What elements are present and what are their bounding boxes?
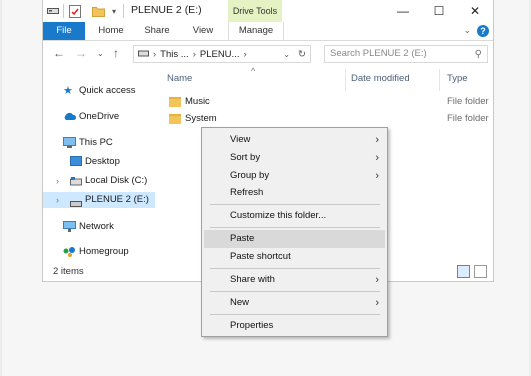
drive-tools-context-tab: Drive Tools	[228, 0, 282, 22]
menu-item-share-with[interactable]: Share with ›	[204, 271, 385, 289]
refresh-icon[interactable]: ↻	[298, 49, 306, 60]
large-icons-view-icon[interactable]	[474, 265, 487, 278]
breadcrumb-plenue[interactable]: PLENU...	[200, 49, 240, 60]
column-header-type[interactable]: Type	[447, 73, 468, 84]
tab-manage[interactable]: Manage	[228, 22, 284, 40]
title-bar: ▾ PLENUE 2 (E:) Drive Tools — ☐ ✕	[43, 0, 493, 22]
ribbon-tabs: File Home Share View Manage ⌄ ?	[43, 22, 493, 41]
network-icon	[63, 221, 76, 238]
search-icon[interactable]: ⚲	[475, 47, 482, 63]
window-title: PLENUE 2 (E:)	[131, 4, 202, 16]
nav-item-local-disk[interactable]: › Local Disk (C:)	[43, 173, 155, 189]
submenu-arrow-icon: ›	[375, 274, 379, 286]
menu-item-view[interactable]: View ›	[204, 131, 385, 149]
menu-item-group-by[interactable]: Group by ›	[204, 167, 385, 185]
back-arrow-icon[interactable]: ←	[53, 46, 65, 60]
menu-separator	[210, 204, 380, 205]
address-dropdown-icon[interactable]: ⌄	[283, 50, 290, 59]
qa-divider	[123, 4, 124, 18]
cloud-icon	[63, 111, 77, 127]
nav-item-onedrive[interactable]: OneDrive	[43, 109, 155, 125]
maximize-button[interactable]: ☐	[423, 2, 455, 20]
usb-drive-icon	[70, 197, 82, 213]
file-type: File folder	[447, 113, 489, 124]
search-placeholder: Search PLENUE 2 (E:)	[330, 48, 427, 59]
homegroup-icon	[63, 246, 76, 263]
column-divider[interactable]	[345, 69, 346, 91]
tab-file[interactable]: File	[43, 22, 85, 40]
submenu-arrow-icon: ›	[375, 134, 379, 146]
file-name: Music	[185, 96, 210, 107]
up-arrow-icon[interactable]: ↑	[113, 46, 119, 60]
menu-item-new[interactable]: New ›	[204, 294, 385, 312]
qa-divider	[63, 4, 64, 18]
expand-chevron-icon[interactable]: ›	[56, 173, 59, 189]
search-input[interactable]: Search PLENUE 2 (E:) ⚲	[324, 45, 488, 63]
customize-qa-dropdown-icon[interactable]: ▾	[109, 4, 119, 18]
navigation-pane: ★ Quick access OneDrive This PC Desktop …	[43, 67, 155, 263]
menu-item-properties[interactable]: Properties	[204, 317, 385, 335]
nav-item-network[interactable]: Network	[43, 219, 155, 235]
breadcrumb-this-pc[interactable]: This ...	[160, 49, 189, 60]
minimize-button[interactable]: —	[387, 2, 419, 20]
column-header-name[interactable]: Name	[167, 73, 192, 84]
breadcrumb-chevron-icon[interactable]: ›	[153, 49, 156, 60]
expand-ribbon-icon[interactable]: ⌄	[463, 25, 471, 36]
sort-ascending-icon: ^	[251, 66, 256, 76]
menu-item-paste-shortcut[interactable]: Paste shortcut	[204, 248, 385, 266]
computer-icon	[63, 137, 76, 154]
menu-separator	[210, 268, 380, 269]
drive-icon	[47, 4, 59, 18]
tab-home[interactable]: Home	[93, 22, 129, 40]
folder-icon	[169, 114, 181, 124]
tab-view[interactable]: View	[185, 22, 221, 40]
file-row-music[interactable]: Music File folder	[155, 95, 495, 110]
context-menu: View › Sort by › Group by › Refresh Cust…	[201, 127, 388, 337]
close-button[interactable]: ✕	[459, 2, 491, 20]
address-bar[interactable]: › This ... › PLENU... › ⌄ ↻	[133, 45, 311, 63]
help-icon[interactable]: ?	[477, 25, 489, 37]
nav-item-plenue[interactable]: › PLENUE 2 (E:)	[43, 192, 155, 208]
menu-item-sort-by[interactable]: Sort by ›	[204, 149, 385, 167]
file-name: System	[185, 113, 217, 124]
nav-item-this-pc[interactable]: This PC	[43, 135, 155, 151]
submenu-arrow-icon: ›	[375, 170, 379, 182]
expand-chevron-icon[interactable]: ›	[56, 192, 59, 208]
menu-separator	[210, 291, 380, 292]
breadcrumb-chevron-icon[interactable]: ›	[243, 49, 246, 60]
menu-separator	[210, 227, 380, 228]
menu-item-customize-folder[interactable]: Customize this folder...	[204, 207, 385, 225]
recent-locations-icon[interactable]: ⌄	[97, 49, 104, 58]
address-drive-icon	[138, 49, 149, 60]
desktop-icon	[70, 156, 82, 172]
menu-item-refresh[interactable]: Refresh	[204, 184, 385, 202]
new-folder-icon[interactable]	[91, 4, 105, 18]
submenu-arrow-icon: ›	[375, 152, 379, 164]
file-row-system[interactable]: System File folder	[155, 112, 495, 127]
nav-item-desktop[interactable]: Desktop	[43, 154, 155, 170]
file-type: File folder	[447, 96, 489, 107]
item-count: 2 items	[53, 266, 84, 277]
star-icon: ★	[63, 85, 73, 97]
details-view-icon[interactable]	[457, 265, 470, 278]
drive-icon	[70, 176, 82, 192]
nav-item-quick-access[interactable]: ★ Quick access	[43, 83, 155, 99]
page-edge-left	[0, 0, 2, 376]
submenu-arrow-icon: ›	[375, 297, 379, 309]
properties-icon[interactable]	[68, 4, 82, 18]
address-row: ← → ⌄ ↑ › This ... › PLENU... › ⌄ ↻ Sear…	[43, 41, 493, 67]
tab-share[interactable]: Share	[139, 22, 175, 40]
forward-arrow-icon[interactable]: →	[75, 46, 87, 60]
column-divider[interactable]	[439, 69, 440, 91]
folder-icon	[169, 97, 181, 107]
nav-item-homegroup[interactable]: Homegroup	[43, 244, 155, 260]
menu-item-paste[interactable]: Paste	[204, 230, 385, 248]
menu-separator	[210, 314, 380, 315]
column-header-date-modified[interactable]: Date modified	[351, 73, 410, 84]
breadcrumb-chevron-icon[interactable]: ›	[193, 49, 196, 60]
